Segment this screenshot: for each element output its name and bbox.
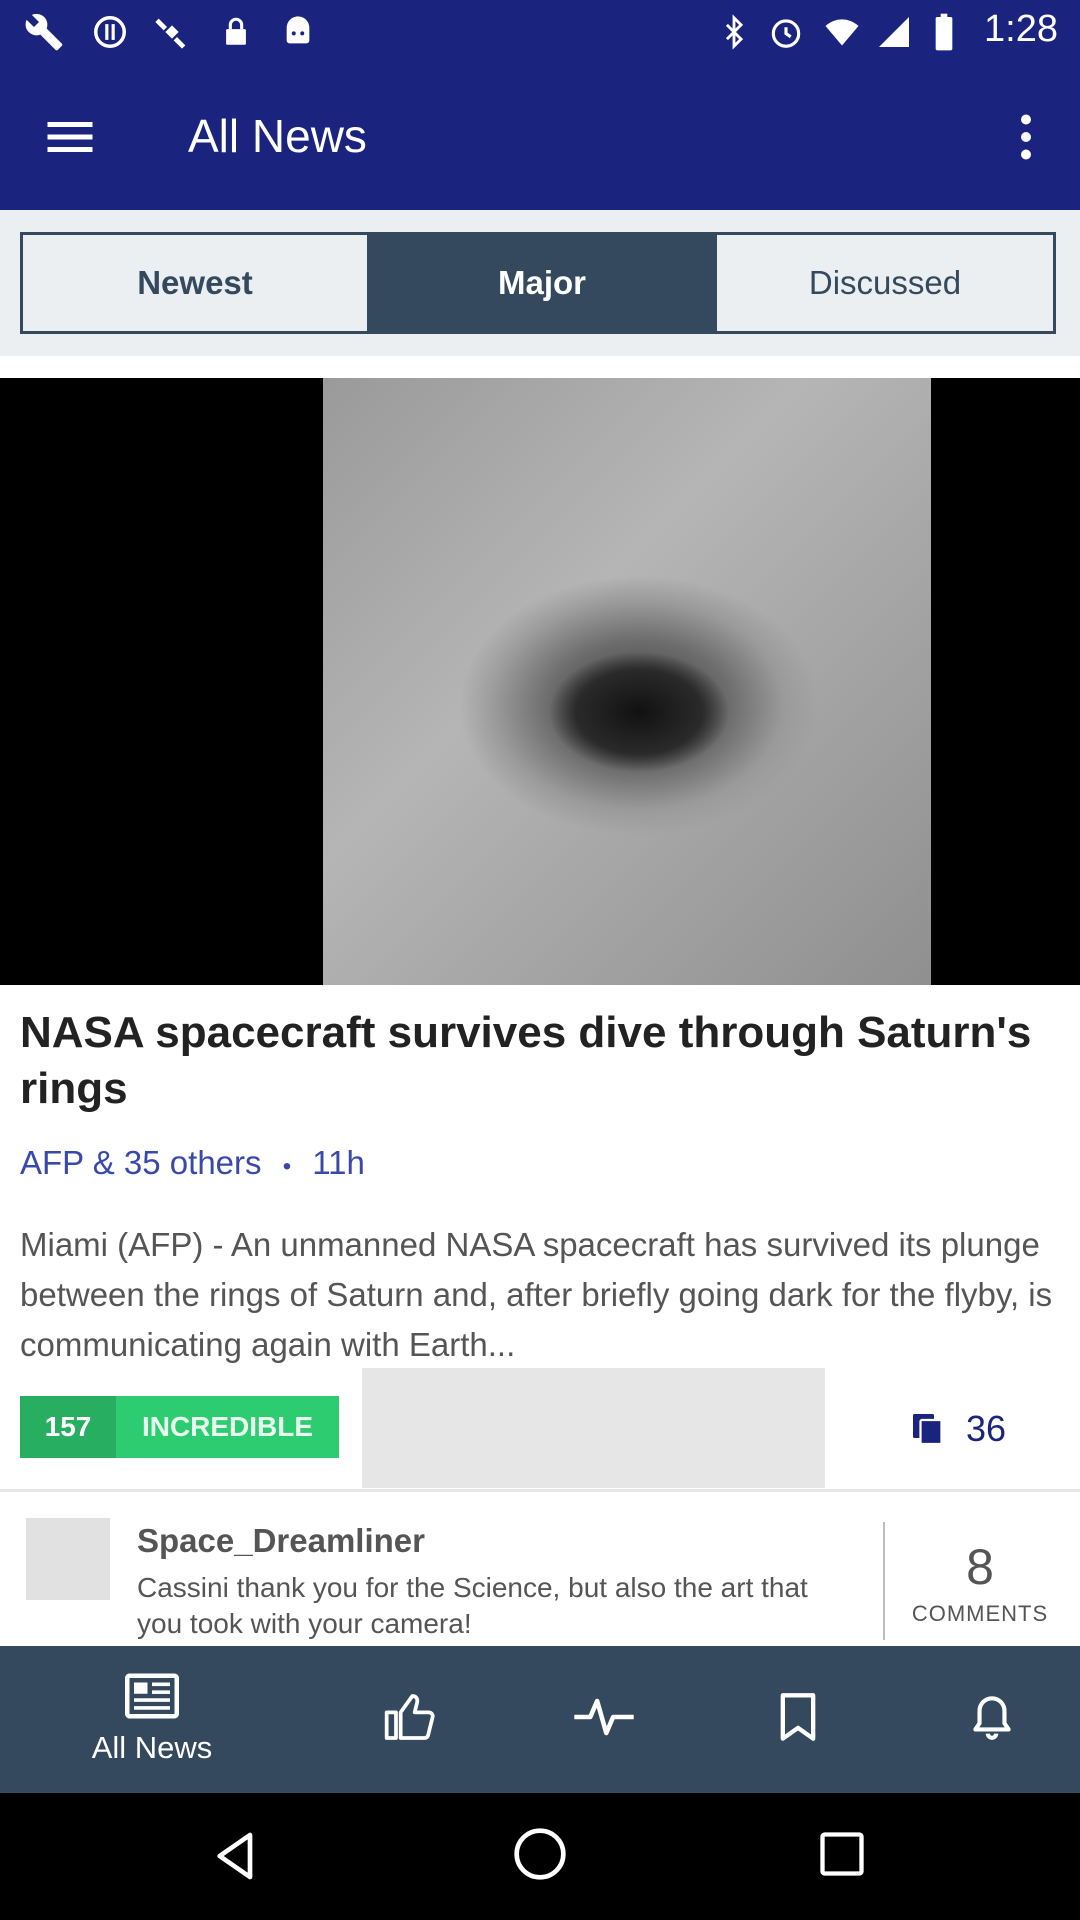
nav-all-news-label: All News <box>91 1730 213 1765</box>
source-name: AFP & 35 others <box>20 1144 262 1181</box>
bottom-nav: All News <box>0 1646 1080 1793</box>
source-separator: • <box>282 1153 292 1180</box>
tab-newest[interactable]: Newest <box>23 235 367 331</box>
ad-placeholder <box>362 1368 825 1488</box>
segmented-control: Newest Major Discussed <box>20 232 1056 334</box>
related-count: 36 <box>966 1408 1007 1449</box>
status-bar: 1:28 <box>0 0 1080 63</box>
avatar[interactable] <box>26 1518 110 1600</box>
reaction-count: 157 <box>20 1396 116 1458</box>
bluetooth-icon <box>712 10 756 54</box>
nav-notifications[interactable] <box>952 1646 1032 1793</box>
android-icon <box>276 10 320 54</box>
article-age: 11h <box>312 1144 365 1181</box>
tab-major[interactable]: Major <box>367 235 717 331</box>
nav-all-news[interactable]: All News <box>72 1646 232 1793</box>
article-headline[interactable]: NASA spacecraft survives dive through Sa… <box>20 1005 1050 1117</box>
nav-trending[interactable] <box>564 1646 644 1793</box>
satellite-icon <box>150 10 194 54</box>
alarm-icon <box>764 10 808 54</box>
back-icon[interactable] <box>208 1828 264 1889</box>
bookmark-icon <box>776 1691 820 1748</box>
more-options-icon[interactable] <box>996 107 1056 167</box>
tab-discussed[interactable]: Discussed <box>717 235 1053 331</box>
reaction-badge[interactable]: 157 INCREDIBLE <box>20 1396 339 1458</box>
comment-text: Cassini thank you for the Science, but a… <box>137 1572 808 1639</box>
comments-count[interactable]: 8 <box>885 1538 1075 1596</box>
recents-icon[interactable] <box>816 1828 868 1885</box>
nav-popular[interactable] <box>370 1646 450 1793</box>
pulse-icon <box>572 1692 636 1747</box>
newspaper-icon <box>125 1673 179 1724</box>
clock: 1:28 <box>984 8 1058 50</box>
nav-saved[interactable] <box>758 1646 838 1793</box>
page-title: All News <box>188 110 367 162</box>
copy-icon <box>910 1409 946 1449</box>
saturn-photo <box>323 378 931 985</box>
article-snippet: Miami (AFP) - An unmanned NASA spacecraf… <box>20 1226 1053 1363</box>
data-saver-icon <box>88 10 132 54</box>
wifi-icon <box>820 10 864 54</box>
bell-icon <box>967 1690 1017 1749</box>
article-source[interactable]: AFP & 35 others • 11h <box>20 1144 365 1182</box>
app-bar: All News <box>0 63 1080 210</box>
battery-icon <box>922 10 966 54</box>
lock-icon <box>214 10 258 54</box>
system-nav-bar <box>0 1793 1080 1920</box>
menu-icon[interactable] <box>40 107 100 167</box>
tabs-bar: Newest Major Discussed <box>0 210 1080 356</box>
related-articles-button[interactable]: 36 <box>910 1404 1006 1454</box>
signal-icon <box>872 10 916 54</box>
article-image[interactable] <box>0 378 1080 985</box>
thumbs-up-icon <box>382 1689 438 1750</box>
comments-label[interactable]: COMMENTS <box>885 1601 1075 1627</box>
home-icon[interactable] <box>512 1826 568 1887</box>
reaction-label: INCREDIBLE <box>116 1396 339 1458</box>
divider <box>0 1489 1080 1492</box>
comment-username[interactable]: Space_Dreamliner <box>137 1522 425 1560</box>
wrench-icon <box>22 10 66 54</box>
